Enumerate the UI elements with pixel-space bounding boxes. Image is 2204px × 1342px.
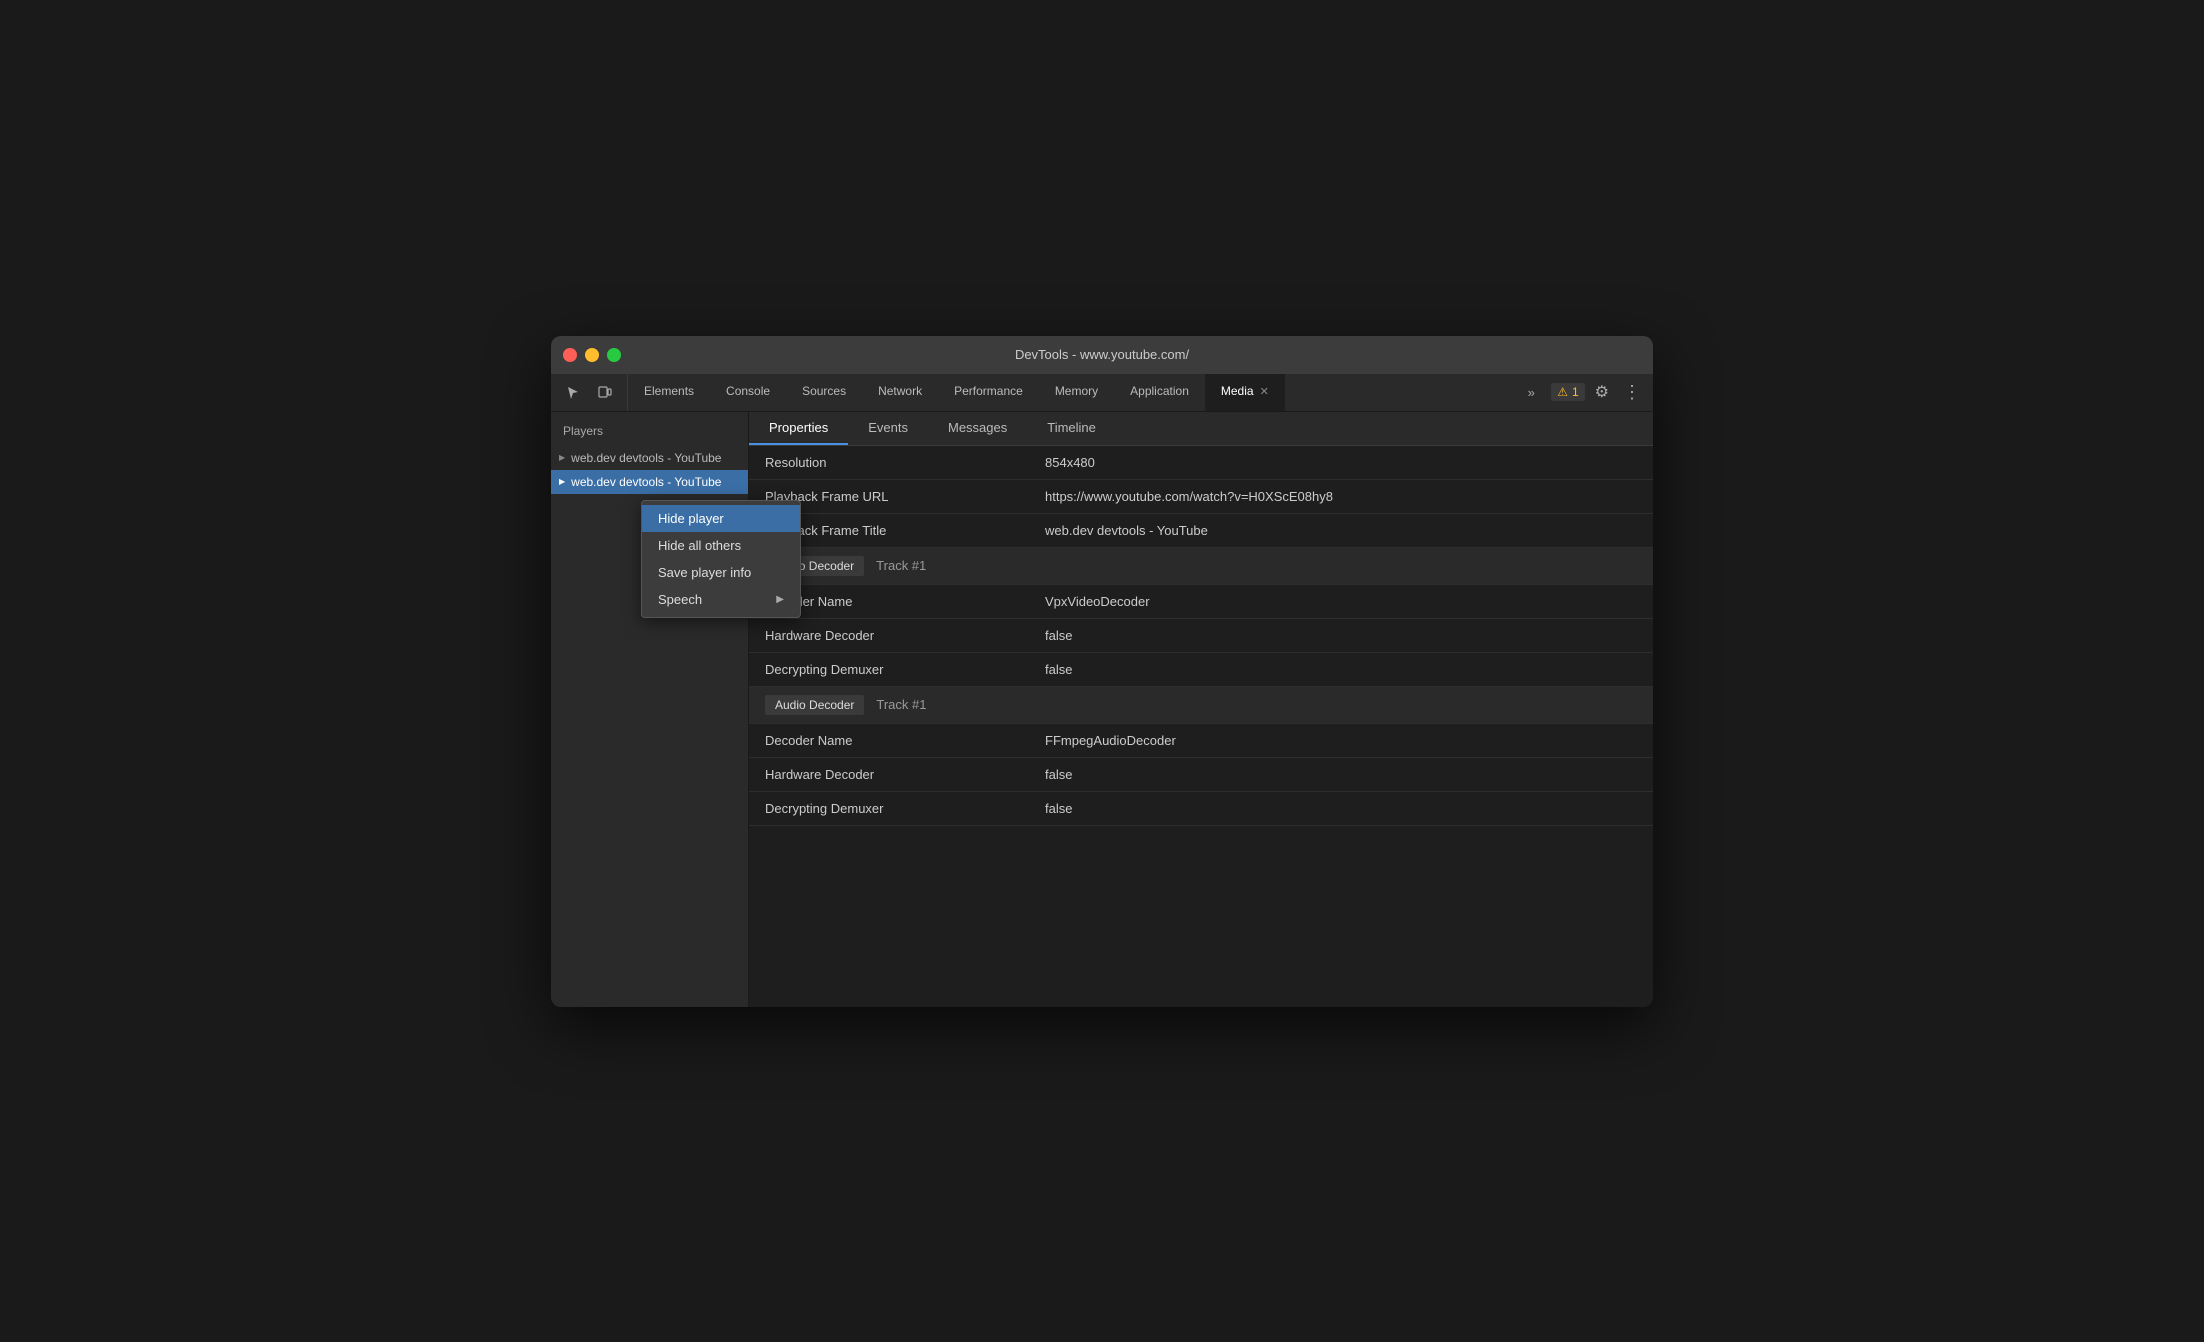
- audio-decoder-value-2: false: [1029, 792, 1653, 825]
- sidebar-title: Players: [551, 420, 748, 446]
- audio-decoder-track: Track #1: [876, 697, 926, 712]
- toolbar-tabs: Elements Console Sources Network Perform…: [628, 374, 1509, 411]
- player-name-1: web.dev devtools - YouTube: [571, 451, 721, 465]
- sub-tab-events[interactable]: Events: [848, 412, 928, 445]
- prop-row-frame-url: Playback Frame URL https://www.youtube.c…: [749, 480, 1653, 514]
- audio-decoder-row-2: Decrypting Demuxer false: [749, 792, 1653, 826]
- audio-decoder-key-0: Decoder Name: [749, 724, 1029, 757]
- audio-decoder-section-header: Audio Decoder Track #1: [749, 687, 1653, 724]
- maximize-button[interactable]: [607, 348, 621, 362]
- video-decoder-key-1: Hardware Decoder: [749, 619, 1029, 652]
- sidebar: Players ▶ web.dev devtools - YouTube ▶ w…: [551, 412, 749, 1007]
- toolbar-right: » ⚠ 1 ⚙ ⋮: [1509, 374, 1653, 411]
- more-options-icon[interactable]: ⋮: [1619, 378, 1645, 407]
- tab-performance[interactable]: Performance: [938, 374, 1039, 411]
- warning-badge[interactable]: ⚠ 1: [1551, 383, 1584, 401]
- prop-value-frame-title: web.dev devtools - YouTube: [1029, 514, 1653, 547]
- toolbar: Elements Console Sources Network Perform…: [551, 374, 1653, 412]
- tab-sources[interactable]: Sources: [786, 374, 862, 411]
- player-arrow-1: ▶: [559, 453, 565, 462]
- traffic-lights: [563, 348, 621, 362]
- audio-decoder-row-0: Decoder Name FFmpegAudioDecoder: [749, 724, 1653, 758]
- video-decoder-row-2: Decrypting Demuxer false: [749, 653, 1653, 687]
- tab-network[interactable]: Network: [862, 374, 938, 411]
- toolbar-icon-group: [551, 374, 628, 411]
- video-decoder-value-0: VpxVideoDecoder: [1029, 585, 1653, 618]
- warning-icon: ⚠: [1557, 385, 1568, 399]
- prop-row-resolution: Resolution 854x480: [749, 446, 1653, 480]
- sub-tab-properties[interactable]: Properties: [749, 412, 848, 445]
- audio-decoder-key-1: Hardware Decoder: [749, 758, 1029, 791]
- prop-key-resolution: Resolution: [749, 446, 1029, 479]
- tab-console[interactable]: Console: [710, 374, 786, 411]
- device-icon[interactable]: [591, 378, 619, 406]
- video-decoder-value-1: false: [1029, 619, 1653, 652]
- context-menu: Hide player Hide all others Save player …: [641, 500, 801, 618]
- settings-icon[interactable]: ⚙: [1591, 378, 1613, 406]
- more-tabs-button[interactable]: »: [1517, 378, 1545, 406]
- close-button[interactable]: [563, 348, 577, 362]
- video-decoder-value-2: false: [1029, 653, 1653, 686]
- video-decoder-track: Track #1: [876, 558, 926, 573]
- video-decoder-section-header: Video Decoder Track #1: [749, 548, 1653, 585]
- video-decoder-row-0: Decoder Name VpxVideoDecoder: [749, 585, 1653, 619]
- minimize-button[interactable]: [585, 348, 599, 362]
- audio-decoder-row-1: Hardware Decoder false: [749, 758, 1653, 792]
- prop-row-frame-title: Playback Frame Title web.dev devtools - …: [749, 514, 1653, 548]
- sub-tab-timeline[interactable]: Timeline: [1027, 412, 1116, 445]
- menu-item-hide-player[interactable]: Hide player: [642, 505, 800, 532]
- menu-item-save-info[interactable]: Save player info: [642, 559, 800, 586]
- player-arrow-2: ▶: [559, 477, 565, 486]
- sub-tab-messages[interactable]: Messages: [928, 412, 1027, 445]
- video-decoder-key-2: Decrypting Demuxer: [749, 653, 1029, 686]
- prop-value-resolution: 854x480: [1029, 446, 1653, 479]
- tab-application[interactable]: Application: [1114, 374, 1205, 411]
- devtools-window: DevTools - www.youtube.com/ Elements Con…: [551, 336, 1653, 1007]
- player-item-2[interactable]: ▶ web.dev devtools - YouTube: [551, 470, 748, 494]
- sub-tabs: Properties Events Messages Timeline: [749, 412, 1653, 446]
- menu-item-hide-others[interactable]: Hide all others: [642, 532, 800, 559]
- tab-media-close[interactable]: ✕: [1260, 385, 1269, 398]
- player-item-1[interactable]: ▶ web.dev devtools - YouTube: [551, 446, 748, 470]
- video-decoder-row-1: Hardware Decoder false: [749, 619, 1653, 653]
- main-area: Players ▶ web.dev devtools - YouTube ▶ w…: [551, 412, 1653, 1007]
- tab-media[interactable]: Media ✕: [1205, 374, 1285, 411]
- tab-elements[interactable]: Elements: [628, 374, 710, 411]
- audio-decoder-value-1: false: [1029, 758, 1653, 791]
- audio-decoder-value-0: FFmpegAudioDecoder: [1029, 724, 1653, 757]
- tab-memory[interactable]: Memory: [1039, 374, 1114, 411]
- audio-decoder-badge: Audio Decoder: [765, 695, 864, 715]
- cursor-icon[interactable]: [559, 378, 587, 406]
- audio-decoder-key-2: Decrypting Demuxer: [749, 792, 1029, 825]
- content-panel: Properties Events Messages Timeline Reso…: [749, 412, 1653, 1007]
- properties-table: Resolution 854x480 Playback Frame URL ht…: [749, 446, 1653, 1007]
- window-title: DevTools - www.youtube.com/: [1015, 347, 1189, 362]
- speech-submenu-arrow: ▶: [776, 594, 784, 605]
- warning-count: 1: [1572, 385, 1579, 399]
- player-name-2: web.dev devtools - YouTube: [571, 475, 721, 489]
- menu-item-speech[interactable]: Speech ▶: [642, 586, 800, 613]
- title-bar: DevTools - www.youtube.com/: [551, 336, 1653, 374]
- prop-value-frame-url: https://www.youtube.com/watch?v=H0XScE08…: [1029, 480, 1653, 513]
